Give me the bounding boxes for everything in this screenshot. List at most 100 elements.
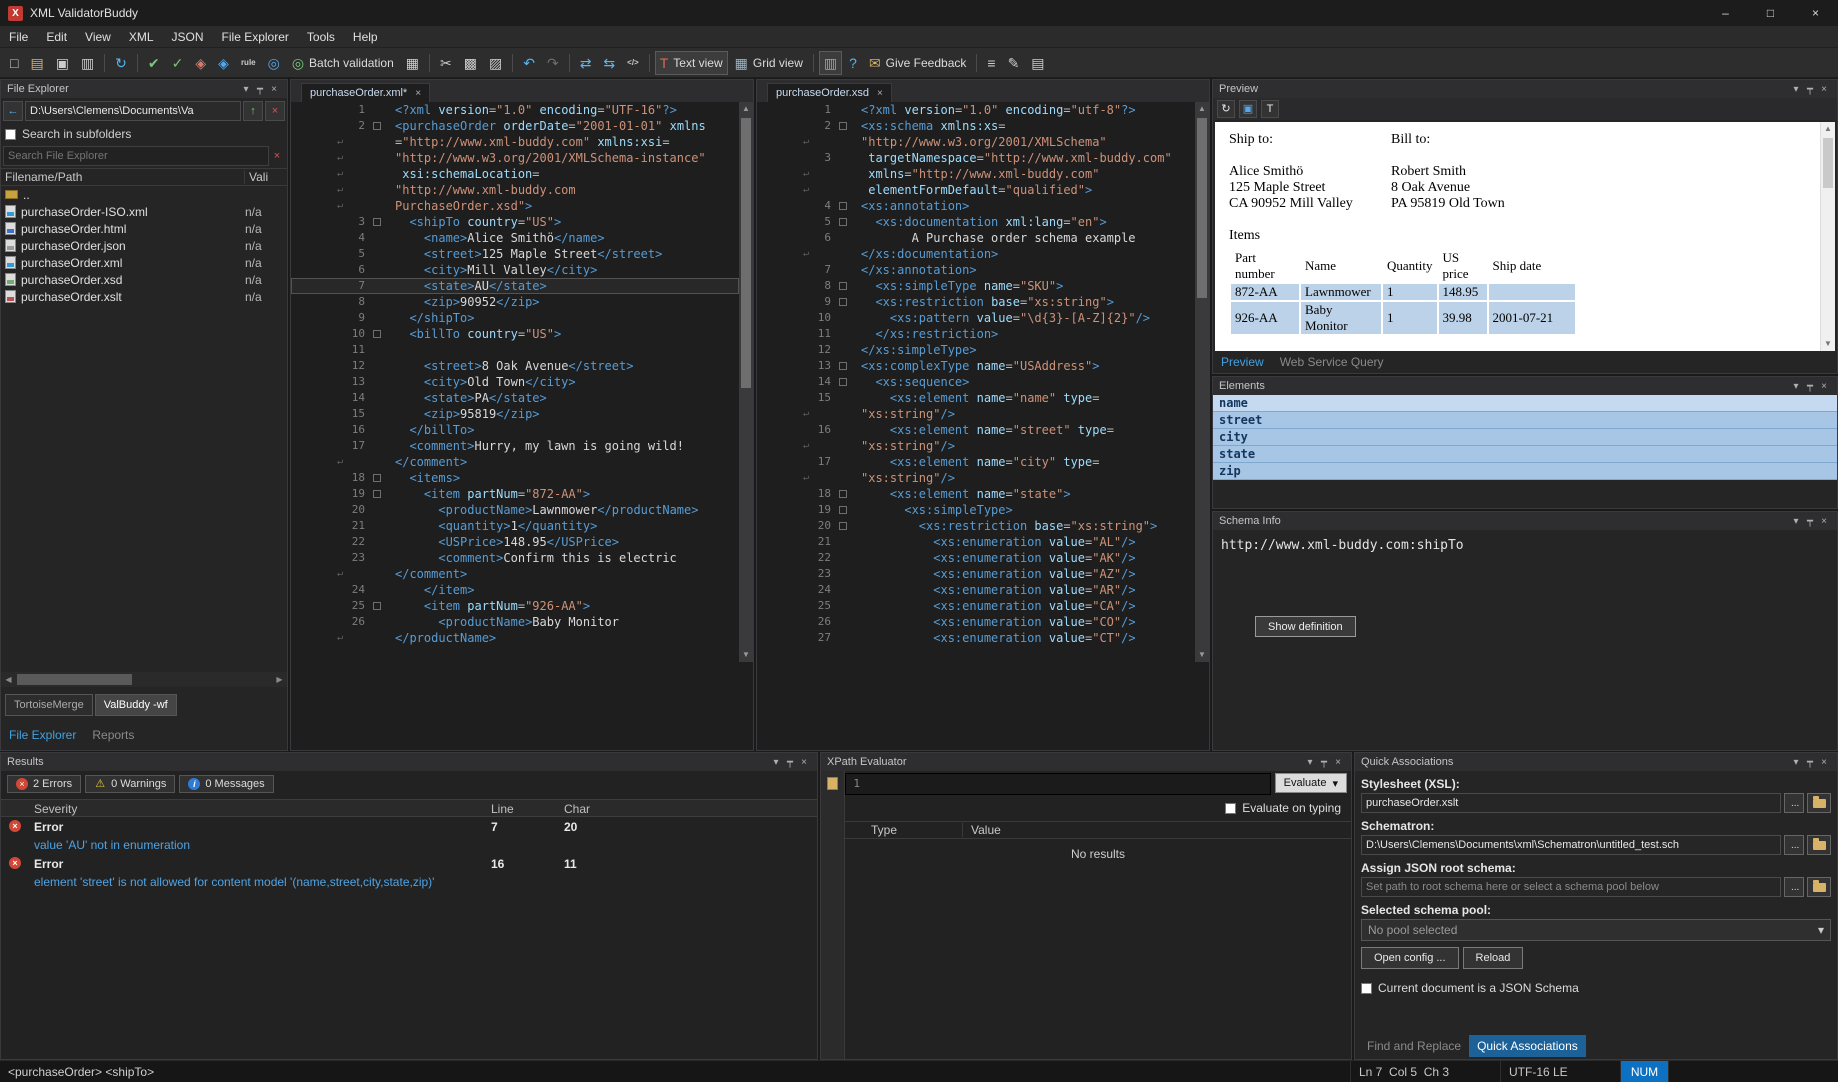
editor-line[interactable]: 22 <xs:enumeration value="AK"/> (757, 550, 1195, 566)
editor-line[interactable]: ↵ "http://www.w3.org/2001/XMLSchema" (757, 134, 1195, 150)
pin-icon[interactable]: ┯ (1803, 84, 1817, 95)
scroll-thumb[interactable] (741, 118, 751, 388)
scroll-thumb[interactable] (1823, 138, 1833, 188)
pin-icon[interactable]: ┯ (783, 757, 797, 768)
help-button[interactable]: ? (844, 51, 862, 75)
stylesheet-input[interactable] (1361, 793, 1781, 813)
editor-line[interactable]: ↵ </comment> (291, 454, 739, 470)
editor-line[interactable]: 3 <shipTo country="US"> (291, 214, 739, 230)
close-icon[interactable]: × (1793, 0, 1838, 26)
result-row[interactable]: × Error 7 20 (1, 817, 817, 836)
tab-file-explorer[interactable]: File Explorer (1, 724, 84, 746)
menu-xml[interactable]: XML (120, 27, 163, 47)
fold-icon[interactable] (839, 362, 847, 370)
editor-line[interactable]: 24 </item> (291, 582, 739, 598)
chevron-down-icon[interactable]: ▾ (239, 84, 253, 95)
editor-line[interactable]: ↵ xmlns="http://www.xml-buddy.com" (757, 166, 1195, 182)
editor-line[interactable]: ↵ </xs:documentation> (757, 246, 1195, 262)
tab-quick-associations[interactable]: Quick Associations (1469, 1035, 1586, 1057)
editor-line[interactable]: 12 </xs:simpleType> (757, 342, 1195, 358)
fold-icon[interactable] (373, 218, 381, 226)
editor-line[interactable]: 14 <xs:sequence> (757, 374, 1195, 390)
evaluate-on-typing-checkbox[interactable] (1225, 802, 1237, 814)
open-config-button[interactable]: Open config ... (1361, 947, 1459, 969)
editor-line[interactable]: 18 <xs:element name="state"> (757, 486, 1195, 502)
close-icon[interactable]: × (797, 757, 811, 768)
editor-line[interactable]: 9 <xs:restriction base="xs:string"> (757, 294, 1195, 310)
reload-button[interactable]: Reload (1462, 947, 1524, 969)
pin-icon[interactable]: ┯ (1317, 757, 1331, 768)
close-icon[interactable]: × (1817, 757, 1831, 768)
browse-schematron-button[interactable]: ... (1784, 835, 1804, 855)
preview-scrollbar[interactable]: ▲ ▼ (1820, 122, 1835, 351)
file-row[interactable]: purchaseOrder.xsd n/a (1, 271, 287, 288)
json-schema-input[interactable] (1361, 877, 1781, 897)
fold-icon[interactable] (373, 330, 381, 338)
editor-line[interactable]: 4 <xs:annotation> (757, 198, 1195, 214)
show-definition-button[interactable]: Show definition (1255, 616, 1356, 637)
console-button[interactable]: ≡ (982, 51, 1000, 75)
editor-xsd-body[interactable]: 1 <?xml version="1.0" encoding="utf-8"?> 2… (757, 102, 1209, 752)
editor-line[interactable]: 10 <billTo country="US"> (291, 326, 739, 342)
export-button[interactable]: ▤ (1026, 51, 1049, 75)
editor-line[interactable]: 22 <USPrice>148.95</USPrice> (291, 534, 739, 550)
file-row[interactable]: purchaseOrder.xslt n/a (1, 288, 287, 305)
filter-info-button[interactable]: i 0 Messages (179, 775, 274, 793)
column-value[interactable]: Value (963, 823, 1001, 837)
validate-schema-button[interactable]: ◈ (190, 51, 211, 75)
open-schematron-button[interactable] (1807, 835, 1831, 855)
editor-line[interactable]: 23 <xs:enumeration value="AZ"/> (757, 566, 1195, 582)
scroll-down-icon[interactable]: ▼ (1821, 337, 1835, 351)
scroll-up-icon[interactable]: ▲ (739, 102, 753, 116)
editor-line[interactable]: 25 <xs:enumeration value="CA"/> (757, 598, 1195, 614)
fold-icon[interactable] (839, 282, 847, 290)
chevron-down-icon[interactable]: ▾ (1789, 381, 1803, 392)
menu-json[interactable]: JSON (163, 27, 213, 47)
text-view-button[interactable]: T Text view (654, 50, 728, 75)
editor-line[interactable]: ↵ "xs:string"/> (757, 438, 1195, 454)
editor-line[interactable]: 13 <xs:complexType name="USAddress"> (757, 358, 1195, 374)
refresh-button[interactable]: ↻ (110, 51, 132, 75)
evaluate-button[interactable]: Evaluate ▾ (1274, 773, 1347, 793)
open-stylesheet-button[interactable] (1807, 793, 1831, 813)
grid-view-button[interactable]: ▦ Grid view (730, 51, 808, 75)
merge-files-button[interactable]: ⇆ (598, 51, 620, 75)
editor-line[interactable]: 24 <xs:enumeration value="AR"/> (757, 582, 1195, 598)
scroll-down-icon[interactable]: ▼ (739, 648, 753, 662)
json-schema-checkbox[interactable] (1361, 982, 1372, 994)
close-icon[interactable]: × (1817, 84, 1831, 95)
check-well-formed-button[interactable]: ✓ (167, 51, 189, 75)
compare-files-button[interactable]: ⇄ (575, 51, 597, 75)
close-tab-icon[interactable]: × (415, 88, 421, 99)
editor-line[interactable]: ↵ xsi:schemaLocation= (291, 166, 739, 182)
xpath-expression-input[interactable] (864, 774, 1270, 794)
fold-icon[interactable] (839, 202, 847, 210)
result-detail[interactable]: value 'AU' not in enumeration (1, 836, 817, 854)
editor-line[interactable]: ↵ elementFormDefault="qualified"> (757, 182, 1195, 198)
menu-view[interactable]: View (76, 27, 120, 47)
editor-line[interactable]: 26 <xs:enumeration value="CO"/> (757, 614, 1195, 630)
column-char[interactable]: Char (564, 802, 590, 816)
save-button[interactable]: ▣ (51, 51, 74, 75)
chevron-down-icon[interactable]: ▾ (1789, 84, 1803, 95)
element-item-street[interactable]: street (1213, 412, 1837, 429)
file-row[interactable]: purchaseOrder-ISO.xml n/a (1, 203, 287, 220)
element-item-name[interactable]: name (1213, 395, 1837, 412)
scroll-thumb[interactable] (1197, 118, 1207, 298)
element-item-state[interactable]: state (1213, 446, 1837, 463)
column-validation[interactable]: Vali (245, 170, 287, 184)
editor-line[interactable]: 19 <xs:simpleType> (757, 502, 1195, 518)
scroll-right-icon[interactable]: ▶ (272, 675, 287, 684)
column-mode-button[interactable]: ▥ (818, 50, 843, 75)
tab-purchaseorder-xsd[interactable]: purchaseOrder.xsd × (767, 83, 892, 102)
pin-icon[interactable]: ┯ (1803, 516, 1817, 527)
path-input[interactable] (25, 101, 241, 121)
file-row[interactable]: purchaseOrder.xml n/a (1, 254, 287, 271)
editor-line[interactable]: 16 </billTo> (291, 422, 739, 438)
batch-validation-button[interactable]: ◎ Batch validation (287, 51, 399, 75)
editor-xml-scrollbar[interactable]: ▲ ▼ (739, 102, 753, 662)
clear-search-icon[interactable]: × (269, 150, 285, 162)
chevron-down-icon[interactable]: ▾ (769, 757, 783, 768)
editor-line[interactable]: 5 <street>125 Maple Street</street> (291, 246, 739, 262)
editor-line[interactable]: 17 <xs:element name="city" type= (757, 454, 1195, 470)
